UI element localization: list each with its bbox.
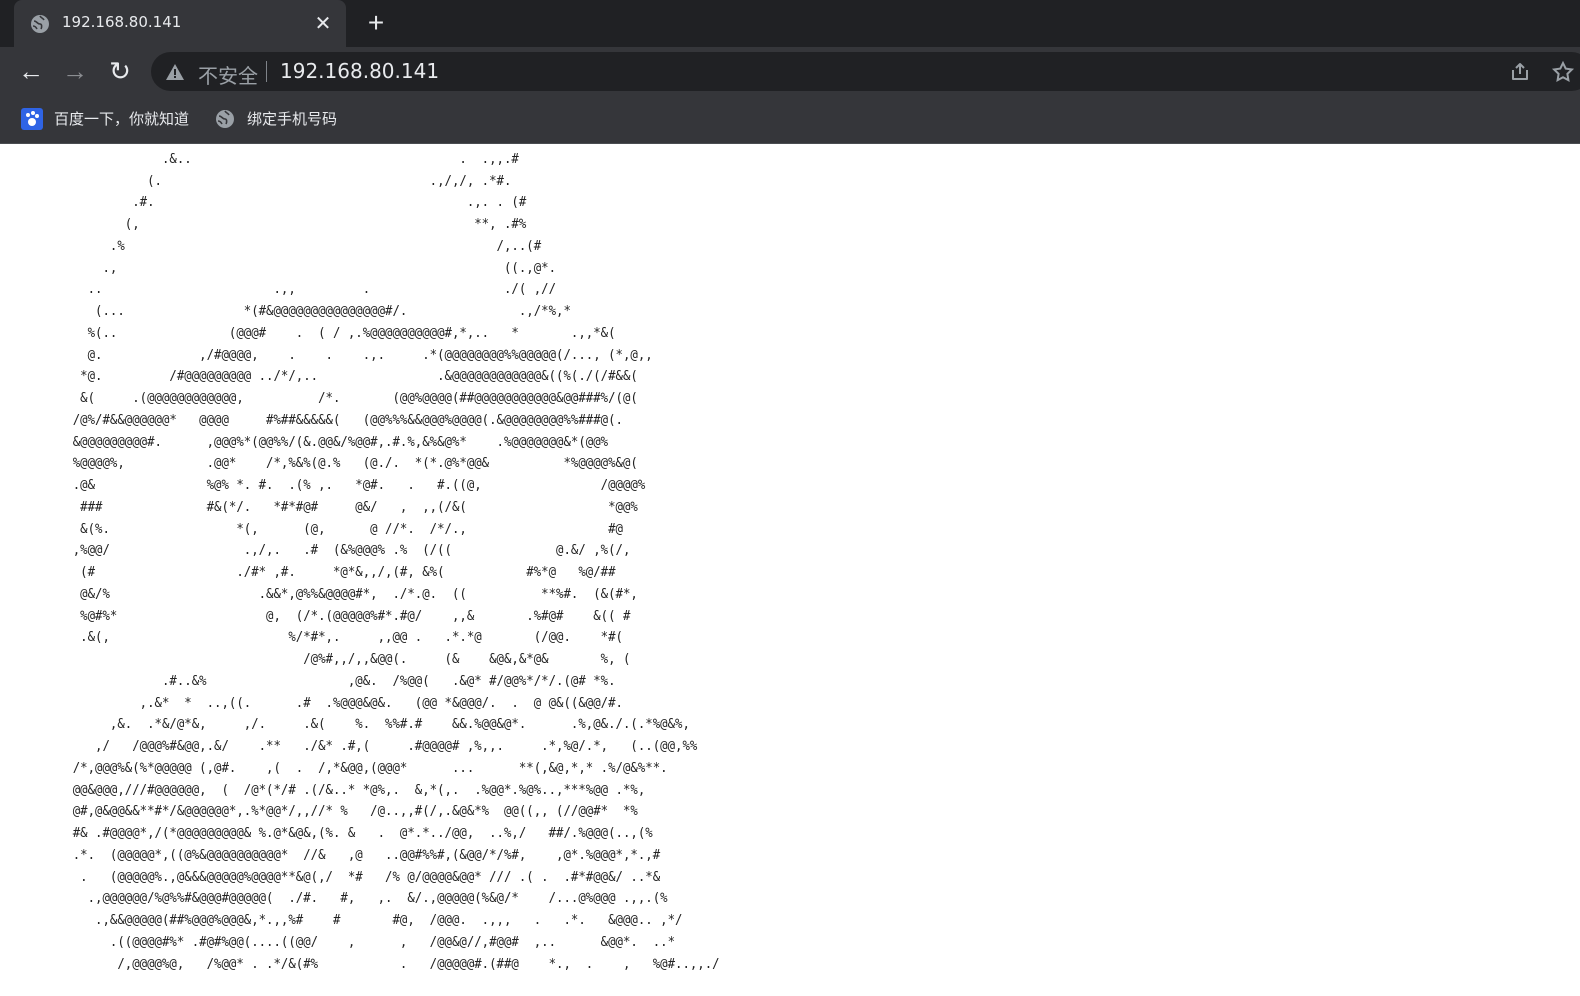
share-icon[interactable] (1508, 60, 1532, 84)
arrow-right-icon: → (62, 56, 88, 86)
bookmarks-bar: 百度一下，你就知道 绑定手机号码 (0, 96, 1580, 144)
tab-title: 192.168.80.141 (62, 13, 182, 31)
browser-toolbar: ← → ↻ 不安全 192.168.80.141 (0, 47, 1580, 96)
globe-icon (31, 15, 49, 33)
address-bar[interactable]: 不安全 192.168.80.141 (151, 52, 1580, 91)
arrow-left-icon: ← (18, 56, 44, 86)
back-button[interactable]: ← (16, 56, 46, 86)
forward-button[interactable]: → (60, 56, 90, 86)
page-content: %. . ....,,.# .&.. . .,,.# (. .,/,/, .*#… (0, 144, 1580, 996)
reload-button[interactable]: ↻ (105, 56, 135, 86)
new-tab-button[interactable]: + (361, 9, 391, 39)
security-status[interactable]: 不安全 (198, 60, 258, 89)
url-text[interactable]: 192.168.80.141 (280, 59, 439, 83)
tab-strip: 192.168.80.141 ✕ + (0, 0, 1580, 47)
close-icon: ✕ (314, 13, 332, 35)
warning-icon (166, 64, 184, 80)
omnibox-divider (266, 61, 267, 82)
star-icon[interactable] (1551, 60, 1575, 84)
close-tab-button[interactable]: ✕ (310, 11, 336, 37)
active-tab[interactable]: 192.168.80.141 ✕ (14, 0, 346, 47)
bookmark-label: 绑定手机号码 (247, 110, 338, 128)
ascii-art: %. . ....,,.# .&.. . .,,.# (. .,/,/, .*#… (72, 144, 720, 972)
baidu-paw-icon (21, 108, 43, 130)
bookmark-label: 百度一下，你就知道 (54, 110, 190, 128)
reload-icon: ↻ (109, 56, 131, 86)
plus-icon: + (367, 7, 385, 38)
globe-icon (216, 110, 234, 128)
